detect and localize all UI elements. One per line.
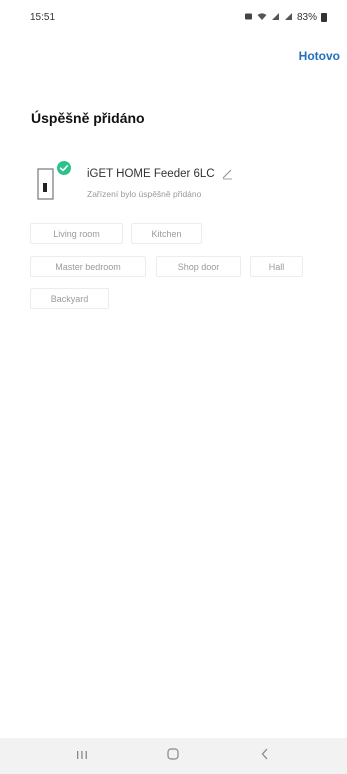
status-bar: 15:51 83% <box>0 0 347 34</box>
page-title: Úspěšně přidáno <box>31 110 145 126</box>
status-icons: 83% <box>244 12 327 23</box>
room-chip-backyard[interactable]: Backyard <box>30 288 109 309</box>
room-chip-kitchen[interactable]: Kitchen <box>131 223 202 244</box>
back-icon <box>260 747 270 765</box>
device-name: iGET HOME Feeder 6LC <box>87 168 215 180</box>
recent-apps-button[interactable] <box>57 738 107 774</box>
navigation-bar <box>0 738 347 774</box>
recent-apps-icon <box>76 747 88 765</box>
device-name-row: iGET HOME Feeder 6LC <box>87 168 233 180</box>
room-chip-shop-door[interactable]: Shop door <box>156 256 241 277</box>
home-icon <box>167 747 179 765</box>
screen: 15:51 83% Hotovo Úspěšně přidáno iGET HO… <box>0 0 347 774</box>
done-button[interactable]: Hotovo <box>299 49 340 63</box>
signal-icon-2 <box>284 12 293 23</box>
device-status: Zařízení bylo úspěšně přidáno <box>87 189 202 199</box>
status-time: 15:51 <box>30 11 56 23</box>
battery-percent: 83% <box>296 11 317 23</box>
room-chip-master-bedroom[interactable]: Master bedroom <box>30 256 146 277</box>
battery-icon <box>321 12 327 22</box>
back-button[interactable] <box>240 738 290 774</box>
signal-icon <box>271 12 280 23</box>
room-chip-living-room[interactable]: Living room <box>30 223 123 244</box>
room-chip-hall[interactable]: Hall <box>250 256 303 277</box>
wifi-icon <box>257 12 267 23</box>
alarm-icon <box>244 12 253 23</box>
pencil-icon[interactable] <box>221 168 233 180</box>
home-button[interactable] <box>148 738 198 774</box>
check-circle-icon <box>57 161 71 180</box>
device-row: iGET HOME Feeder 6LC Zařízení bylo úspěš… <box>37 160 327 206</box>
